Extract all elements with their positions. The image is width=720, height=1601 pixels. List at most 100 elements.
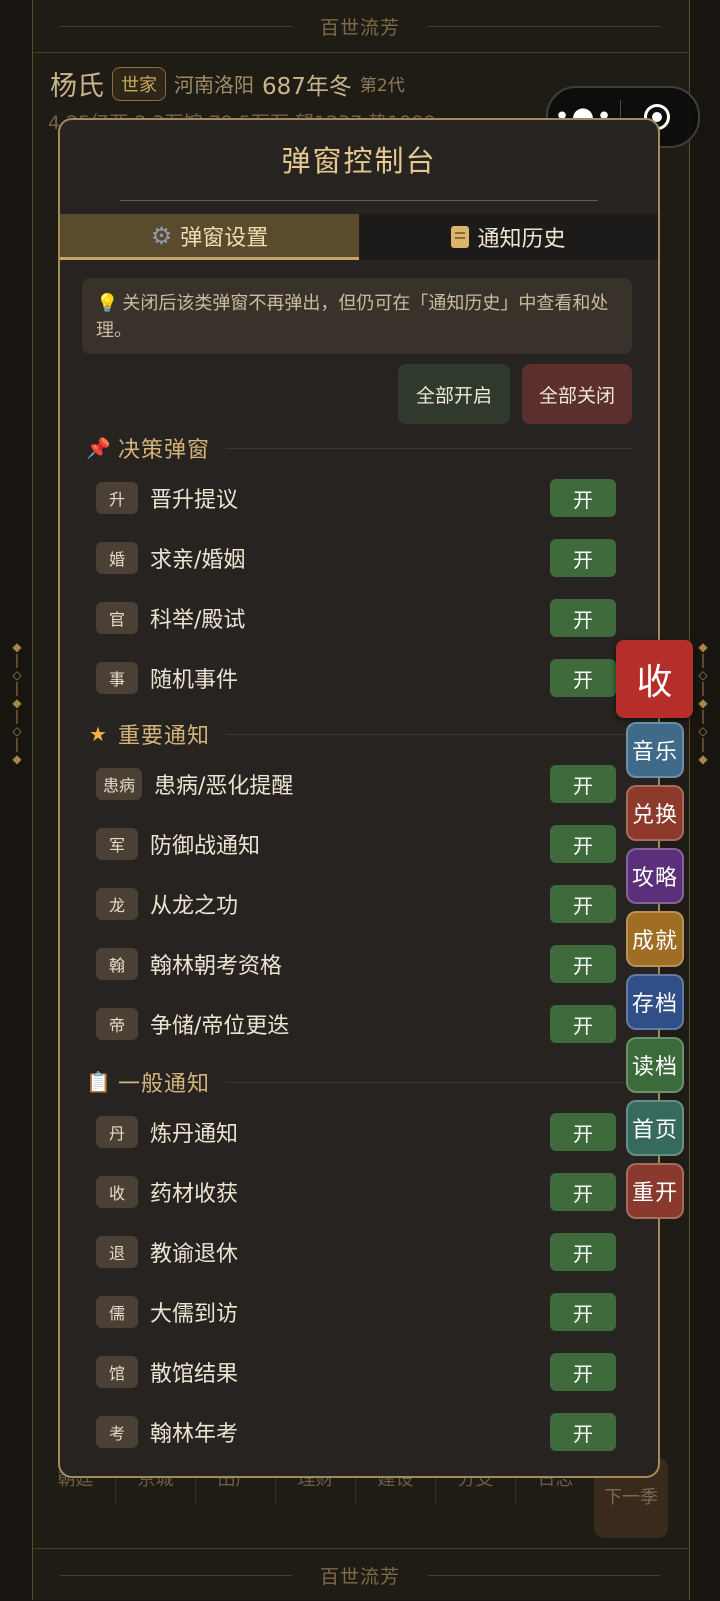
category-tag: 军	[96, 828, 138, 860]
category-tag: 儒	[96, 1296, 138, 1328]
game-year: 687年冬	[262, 73, 352, 100]
list-item: 升 晋升提议 开	[96, 478, 616, 518]
toggle-button[interactable]: 开	[550, 885, 616, 923]
family-location: 河南洛阳	[174, 73, 254, 97]
bottom-banner: 百世流芳	[32, 1548, 688, 1601]
category-tag: 翰	[96, 948, 138, 980]
family-name: 杨氏	[50, 71, 104, 102]
list-item: 事 随机事件 开	[96, 658, 616, 698]
toggle-button[interactable]: 开	[550, 659, 616, 697]
category-tag: 考	[96, 1416, 138, 1448]
category-tag: 收	[96, 1176, 138, 1208]
toggle-button[interactable]: 开	[550, 945, 616, 983]
list-item: 婚 求亲/婚姻 开	[96, 538, 616, 578]
toggle-button[interactable]: 开	[550, 1173, 616, 1211]
left-diamond-ornament-icon: ◆ │ ◇ │ ◆ │ ◇ │ ◆	[12, 640, 22, 766]
tab-label: 弹窗设置	[180, 225, 269, 251]
category-tag: 升	[96, 482, 138, 514]
list-item: 官 科举/殿试 开	[96, 598, 616, 638]
section-general-notices: 📋 一般通知	[86, 1064, 632, 1100]
toggle-button[interactable]: 开	[550, 599, 616, 637]
item-label: 炼丹通知	[150, 1122, 239, 1147]
tab-notification-history[interactable]: 通知历史	[359, 214, 658, 260]
item-label: 从龙之功	[150, 894, 239, 919]
toggle-button[interactable]: 开	[550, 1113, 616, 1151]
collapse-menu-button[interactable]: 收	[616, 640, 693, 718]
lightbulb-icon: 💡	[96, 293, 119, 314]
toggle-button[interactable]: 开	[550, 825, 616, 863]
modal-title: 弹窗控制台	[281, 144, 437, 178]
section-title: 决策弹窗	[118, 438, 211, 463]
list-item: 丹 炼丹通知 开	[96, 1112, 616, 1152]
achievements-button[interactable]: 成就	[626, 911, 684, 967]
load-game-button[interactable]: 读档	[626, 1037, 684, 1093]
family-generation: 第2代	[359, 76, 405, 96]
toggle-button[interactable]: 开	[550, 539, 616, 577]
list-item: 翰 翰林朝考资格 开	[96, 944, 616, 984]
item-label: 患病/恶化提醒	[154, 774, 294, 799]
home-button[interactable]: 首页	[626, 1100, 684, 1156]
category-tag: 官	[96, 602, 138, 634]
list-item: 军 防御战通知 开	[96, 824, 616, 864]
list-item: 患病 患病/恶化提醒 开	[96, 764, 616, 804]
toggle-button[interactable]: 开	[550, 479, 616, 517]
toggle-button[interactable]: 开	[550, 1353, 616, 1391]
music-button[interactable]: 音乐	[626, 722, 684, 778]
section-title: 一般通知	[118, 1072, 211, 1097]
list-item: 退 教谕退休 开	[96, 1232, 616, 1272]
item-label: 求亲/婚姻	[150, 548, 246, 573]
toggle-button[interactable]: 开	[550, 1293, 616, 1331]
item-label: 翰林朝考资格	[150, 954, 283, 979]
category-tag: 龙	[96, 888, 138, 920]
section-divider	[226, 733, 632, 735]
popup-console-modal: 弹窗控制台 ⚙ 弹窗设置 通知历史 💡 关闭后该类弹窗不再弹出，但仍可在「通知历史…	[58, 118, 660, 1478]
gear-icon: ⚙	[150, 221, 173, 250]
item-label: 散馆结果	[150, 1362, 239, 1387]
disable-all-button[interactable]: 全部关闭	[522, 364, 632, 424]
toggle-button[interactable]: 开	[550, 765, 616, 803]
item-label: 大儒到访	[150, 1302, 239, 1327]
right-diamond-ornament-icon: ◆ │ ◇ │ ◆ │ ◇ │ ◆	[698, 640, 708, 766]
category-tag: 事	[96, 662, 138, 694]
list-item: 帝 争储/帝位更迭 开	[96, 1004, 616, 1044]
save-game-button[interactable]: 存档	[626, 974, 684, 1030]
section-important-notices: ★ 重要通知	[86, 716, 632, 752]
pushpin-icon: 📌	[86, 436, 111, 460]
title-divider	[120, 200, 598, 201]
redeem-button[interactable]: 兑换	[626, 785, 684, 841]
list-item: 收 药材收获 开	[96, 1172, 616, 1212]
category-tag: 帝	[96, 1008, 138, 1040]
item-label: 药材收获	[150, 1182, 239, 1207]
list-item: 龙 从龙之功 开	[96, 884, 616, 924]
section-divider	[226, 1081, 632, 1083]
family-rank-badge: 世家	[112, 66, 166, 101]
scroll-icon	[451, 226, 470, 248]
item-label: 翰林年考	[150, 1422, 239, 1447]
tab-label: 通知历史	[477, 227, 566, 252]
category-tag: 婚	[96, 542, 138, 574]
item-label: 争储/帝位更迭	[150, 1014, 290, 1039]
modal-tabbar: ⚙ 弹窗设置 通知历史	[60, 214, 658, 260]
section-title: 重要通知	[118, 724, 211, 749]
item-label: 教谕退休	[150, 1242, 239, 1267]
item-label: 晋升提议	[150, 488, 239, 513]
section-divider	[226, 447, 632, 449]
enable-all-button[interactable]: 全部开启	[398, 364, 510, 424]
item-label: 科举/殿试	[150, 608, 246, 633]
category-tag: 丹	[96, 1116, 138, 1148]
toggle-button[interactable]: 开	[550, 1233, 616, 1271]
list-item: 儒 大儒到访 开	[96, 1292, 616, 1332]
list-item: 馆 散馆结果 开	[96, 1352, 616, 1392]
tab-popup-settings[interactable]: ⚙ 弹窗设置	[60, 214, 359, 260]
section-decision-popups: 📌 决策弹窗	[86, 430, 632, 466]
guide-button[interactable]: 攻略	[626, 848, 684, 904]
family-header: 杨氏 世家 河南洛阳 687年冬 第2代	[50, 64, 405, 103]
notice-text: 关闭后该类弹窗不再弹出，但仍可在「通知历史」中查看和处理。	[96, 293, 609, 341]
restart-button[interactable]: 重开	[626, 1163, 684, 1219]
clipboard-icon: 📋	[86, 1070, 111, 1094]
info-notice: 💡 关闭后该类弹窗不再弹出，但仍可在「通知历史」中查看和处理。	[82, 278, 632, 354]
star-icon: ★	[89, 722, 107, 746]
toggle-button[interactable]: 开	[550, 1005, 616, 1043]
item-label: 随机事件	[150, 668, 239, 693]
toggle-button[interactable]: 开	[550, 1413, 616, 1451]
